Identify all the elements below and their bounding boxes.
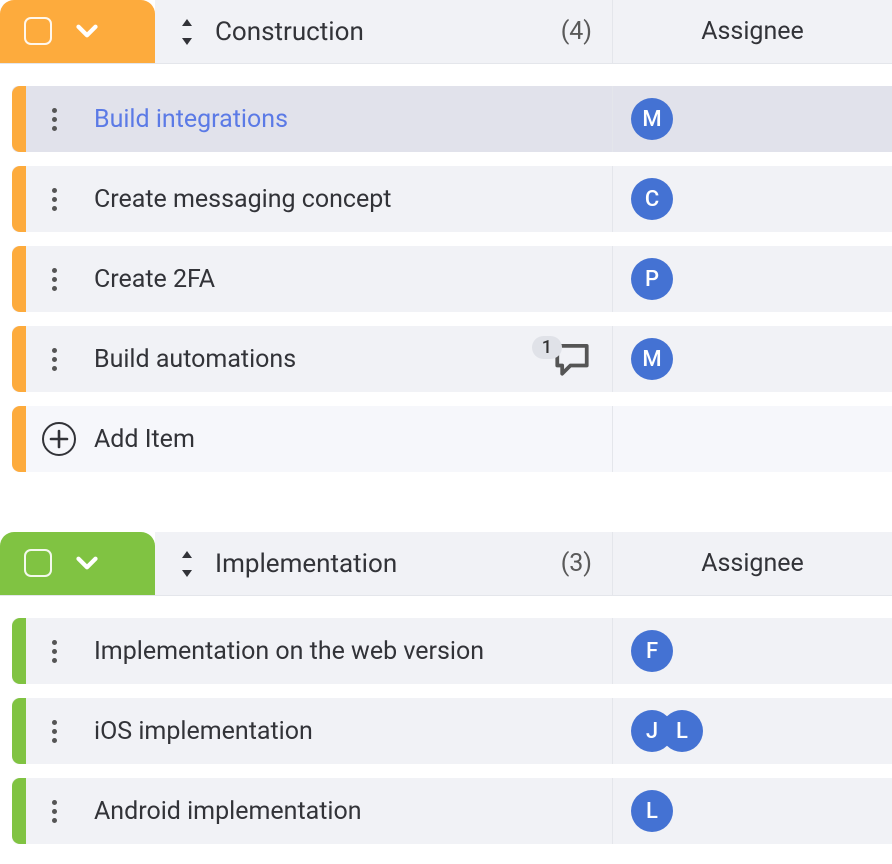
row-color-stripe <box>12 246 26 312</box>
column-header-assignee[interactable]: Assignee <box>613 0 892 63</box>
assignee-avatars[interactable]: M <box>631 338 673 380</box>
more-dots-icon <box>52 720 57 743</box>
chevron-down-icon[interactable] <box>70 14 104 48</box>
task-row[interactable]: Build integrations M <box>12 86 892 152</box>
more-dots-icon <box>52 640 57 663</box>
task-rows: Build integrations M Create messaging conc… <box>0 86 892 472</box>
group-title: Construction <box>215 17 543 47</box>
avatar[interactable]: L <box>661 710 703 752</box>
avatar[interactable]: C <box>631 178 673 220</box>
group-title: Implementation <box>215 549 543 579</box>
task-title[interactable]: Implementation on the web version <box>94 637 598 666</box>
drag-handle[interactable] <box>42 268 94 291</box>
task-row[interactable]: Create messaging concept C <box>12 166 892 232</box>
sort-icon[interactable] <box>177 551 197 577</box>
add-item-label: Add Item <box>94 425 195 454</box>
group-construction: Construction (4) Assignee Build integration… <box>0 0 892 472</box>
group-implementation: Implementation(3)AssigneeImplementation … <box>0 532 892 844</box>
assignee-cell[interactable]: M <box>613 326 892 392</box>
assignee-cell[interactable]: F <box>613 618 892 684</box>
task-row[interactable]: iOS implementation JL <box>12 698 892 764</box>
group-collapse-pill[interactable] <box>0 532 155 595</box>
task-name-cell[interactable]: Implementation on the web version <box>26 618 613 684</box>
assignee-cell[interactable]: M <box>613 86 892 152</box>
task-name-cell[interactable]: Create 2FA <box>26 246 613 312</box>
group-collapse-pill[interactable] <box>0 0 155 63</box>
row-color-stripe <box>12 326 26 392</box>
assignee-avatars[interactable]: M <box>631 98 673 140</box>
more-dots-icon <box>52 188 57 211</box>
row-color-stripe <box>12 166 26 232</box>
group-count: (3) <box>561 549 592 578</box>
assignee-avatars[interactable]: P <box>631 258 673 300</box>
task-title[interactable]: Build integrations <box>94 105 598 134</box>
task-name-cell[interactable]: Create messaging concept <box>26 166 613 232</box>
add-item-cell[interactable]: Add Item <box>26 406 613 472</box>
task-row[interactable]: Build automations1M <box>12 326 892 392</box>
group-name-cell[interactable]: Construction (4) <box>155 0 613 63</box>
plus-circle-icon[interactable] <box>42 422 76 456</box>
add-item-row[interactable]: Add Item <box>12 406 892 472</box>
drag-handle[interactable] <box>42 640 94 663</box>
drag-handle[interactable] <box>42 348 94 371</box>
drag-handle[interactable] <box>42 720 94 743</box>
avatar[interactable]: P <box>631 258 673 300</box>
group-select-checkbox[interactable] <box>24 549 52 577</box>
task-title[interactable]: Create 2FA <box>94 265 598 294</box>
task-name-cell[interactable]: Android implementation <box>26 778 613 844</box>
row-color-stripe <box>12 618 26 684</box>
group-header: Construction (4) Assignee <box>0 0 892 64</box>
comment-indicator[interactable]: 1 <box>522 341 592 377</box>
comment-count: 1 <box>532 336 562 359</box>
assignee-avatars[interactable]: F <box>631 630 673 672</box>
task-name-cell[interactable]: Build automations1 <box>26 326 613 392</box>
chevron-down-icon[interactable] <box>70 546 104 580</box>
more-dots-icon <box>52 800 57 823</box>
row-color-stripe <box>12 778 26 844</box>
assignee-avatars[interactable]: C <box>631 178 673 220</box>
sort-icon[interactable] <box>177 19 197 45</box>
avatar[interactable]: L <box>631 790 673 832</box>
task-title[interactable]: Create messaging concept <box>94 185 598 214</box>
avatar[interactable]: M <box>631 98 673 140</box>
group-header: Implementation (3) Assignee <box>0 532 892 596</box>
row-color-stripe <box>12 698 26 764</box>
task-title[interactable]: iOS implementation <box>94 717 598 746</box>
assignee-avatars[interactable]: JL <box>631 710 703 752</box>
assignee-cell[interactable]: L <box>613 778 892 844</box>
group-select-checkbox[interactable] <box>24 17 52 45</box>
avatar[interactable]: M <box>631 338 673 380</box>
more-dots-icon <box>52 268 57 291</box>
more-dots-icon <box>52 348 57 371</box>
more-dots-icon <box>52 108 57 131</box>
task-row[interactable]: Implementation on the web version F <box>12 618 892 684</box>
task-row[interactable]: Create 2FA P <box>12 246 892 312</box>
group-name-cell[interactable]: Implementation (3) <box>155 532 613 595</box>
task-title[interactable]: Android implementation <box>94 797 598 826</box>
assignee-cell[interactable]: P <box>613 246 892 312</box>
task-name-cell[interactable]: iOS implementation <box>26 698 613 764</box>
task-row[interactable]: Android implementation L <box>12 778 892 844</box>
group-count: (4) <box>561 17 592 46</box>
drag-handle[interactable] <box>42 800 94 823</box>
drag-handle[interactable] <box>42 188 94 211</box>
assignee-cell[interactable]: C <box>613 166 892 232</box>
task-rows: Implementation on the web version FiOS im… <box>0 618 892 844</box>
row-color-stripe <box>12 86 26 152</box>
assignee-cell[interactable]: JL <box>613 698 892 764</box>
assignee-avatars[interactable]: L <box>631 790 673 832</box>
drag-handle[interactable] <box>42 108 94 131</box>
avatar[interactable]: F <box>631 630 673 672</box>
assignee-cell[interactable] <box>613 406 892 472</box>
task-name-cell[interactable]: Build integrations <box>26 86 613 152</box>
row-color-stripe <box>12 406 26 472</box>
column-header-assignee[interactable]: Assignee <box>613 532 892 595</box>
task-title[interactable]: Build automations <box>94 345 522 374</box>
